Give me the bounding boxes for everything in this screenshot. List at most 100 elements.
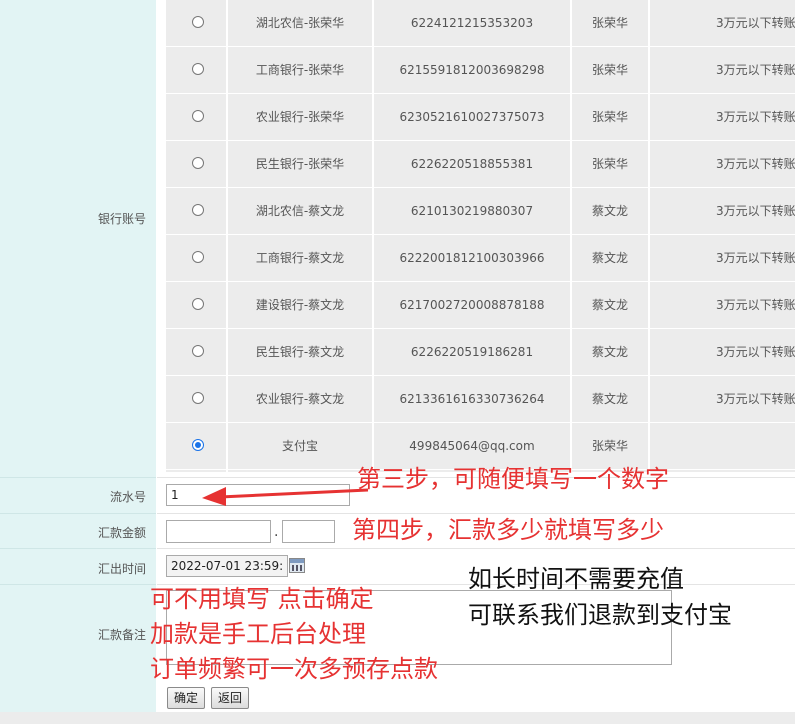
bank-holder: 张荣华 (591, 157, 628, 171)
bank-holder: 蔡文龙 (591, 298, 628, 312)
bank-limit: 3万元以下转账 (716, 157, 795, 171)
bank-name: 支付宝 (281, 439, 318, 453)
row-separator (157, 513, 795, 514)
bank-radio[interactable] (192, 345, 204, 357)
bank-name: 民生银行-张荣华 (255, 157, 345, 171)
annotation-step4: 第四步，汇款多少就填写多少 (352, 516, 664, 544)
note-label: 汇款备注 (97, 628, 146, 642)
bank-holder: 蔡文龙 (591, 204, 628, 218)
annotation-arrow-shaft (219, 488, 369, 499)
bank-radio[interactable] (192, 110, 204, 122)
bank-name: 工商银行-张荣华 (255, 63, 345, 77)
bank-holder: 蔡文龙 (591, 392, 628, 406)
bank-account-number: 6210130219880307 (410, 204, 534, 218)
bank-radio[interactable] (192, 204, 204, 216)
bank-radio-cell (166, 141, 226, 187)
bank-account-number: 6213361616330736264 (399, 392, 545, 406)
bank-holder: 张荣华 (591, 110, 628, 124)
bank-account-number: 6224121215353203 (410, 16, 534, 30)
bank-holder: 张荣华 (591, 63, 628, 77)
bank-account-label: 银行账号 (97, 212, 146, 226)
bank-radio[interactable] (192, 251, 204, 263)
annotation-right2: 可联系我们退款到支付宝 (468, 601, 732, 629)
bank-radio[interactable] (192, 157, 204, 169)
bank-radio[interactable] (192, 63, 204, 75)
bank-row[interactable]: 湖北农信-张荣华 6224121215353203 张荣华 3万元以下转账 (166, 0, 795, 47)
bank-name: 建设银行-蔡文龙 (255, 298, 345, 312)
amount-integer-input[interactable] (166, 520, 271, 543)
bank-limit: 3万元以下转账 (716, 110, 795, 124)
bank-account-number: 6226220518855381 (410, 157, 534, 171)
bank-row[interactable]: 工商银行-蔡文龙 6222001812100303966 蔡文龙 3万元以下转账 (166, 235, 795, 282)
annotation-note2: 加款是手工后台处理 (150, 620, 366, 648)
bank-row[interactable]: 民生银行-张荣华 6226220518855381 张荣华 3万元以下转账 (166, 141, 795, 188)
time-label: 汇出时间 (97, 562, 146, 576)
annotation-note3: 订单频繁可一次多预存点款 (150, 655, 438, 683)
bank-limit: 3万元以下转账 (716, 204, 795, 218)
annotation-note1: 可不用填写 点击确定 (150, 585, 374, 613)
time-input[interactable] (166, 555, 288, 577)
confirm-button[interactable]: 确定 (167, 687, 206, 709)
bank-radio-cell (166, 423, 226, 469)
amount-decimal-input[interactable] (282, 520, 335, 543)
label-column (0, 0, 156, 712)
bank-radio[interactable] (192, 439, 204, 451)
bank-account-number: 6222001812100303966 (399, 251, 545, 265)
bank-limit: 3万元以下转账 (716, 16, 795, 30)
bank-limit: 3万元以下转账 (716, 63, 795, 77)
bank-holder: 张荣华 (591, 16, 628, 30)
bank-radio-cell (166, 188, 226, 234)
serial-label: 流水号 (109, 490, 146, 504)
bank-radio-cell (166, 235, 226, 281)
annotation-arrow-head (202, 487, 226, 506)
bank-holder: 张荣华 (591, 439, 628, 453)
bank-radio[interactable] (192, 16, 204, 28)
bank-limit (650, 423, 795, 469)
bank-limit: 3万元以下转账 (716, 392, 795, 406)
bank-name: 湖北农信-张荣华 (255, 16, 345, 30)
annotation-right1: 如长时间不需要充值 (468, 565, 684, 593)
bank-radio-cell (166, 329, 226, 375)
bank-radio[interactable] (192, 392, 204, 404)
bank-radio[interactable] (192, 298, 204, 310)
calendar-icon[interactable] (289, 558, 305, 573)
bank-name: 湖北农信-蔡文龙 (255, 204, 345, 218)
annotation-step3: 第三步，可随便填写一个数字 (357, 465, 669, 493)
bank-account-number: 6215591812003698298 (399, 63, 545, 77)
bank-radio-cell (166, 376, 226, 422)
bank-holder: 蔡文龙 (591, 251, 628, 265)
back-button[interactable]: 返回 (211, 687, 250, 709)
bank-limit: 3万元以下转账 (716, 345, 795, 359)
row-separator (157, 548, 795, 549)
annotation-arrow (202, 487, 369, 506)
bank-radio-cell (166, 47, 226, 93)
bank-row[interactable]: 农业银行-蔡文龙 6213361616330736264 蔡文龙 3万元以下转账 (166, 376, 795, 423)
bank-account-number: 6226220519186281 (410, 345, 534, 359)
bank-radio-cell (166, 94, 226, 140)
label-separator (0, 477, 156, 478)
label-separator (0, 548, 156, 549)
bank-holder: 蔡文龙 (591, 345, 628, 359)
bank-row[interactable]: 支付宝 499845064@qq.com 张荣华 (166, 423, 795, 470)
bank-account-table: 湖北农信-张荣华 6224121215353203 张荣华 3万元以下转账 工商银行-张… (166, 0, 795, 472)
bank-name: 工商银行-蔡文龙 (255, 251, 345, 265)
bank-account-number: 6217002720008878188 (399, 298, 545, 312)
bank-limit: 3万元以下转账 (716, 251, 795, 265)
bank-radio-cell (166, 0, 226, 46)
bank-row[interactable]: 湖北农信-蔡文龙 6210130219880307 蔡文龙 3万元以下转账 (166, 188, 795, 235)
label-separator (0, 584, 156, 585)
bank-account-number: 6230521610027375073 (399, 110, 545, 124)
bank-row[interactable]: 农业银行-张荣华 6230521610027375073 张荣华 3万元以下转账 (166, 94, 795, 141)
bank-row[interactable]: 工商银行-张荣华 6215591812003698298 张荣华 3万元以下转账 (166, 47, 795, 94)
bank-name: 民生银行-蔡文龙 (255, 345, 345, 359)
bank-account-number: 499845064@qq.com (409, 439, 535, 453)
bank-radio-cell (166, 282, 226, 328)
bank-row[interactable]: 民生银行-蔡文龙 6226220519186281 蔡文龙 3万元以下转账 (166, 329, 795, 376)
bank-name: 农业银行-蔡文龙 (255, 392, 345, 406)
bank-limit: 3万元以下转账 (716, 298, 795, 312)
amount-label: 汇款金额 (97, 526, 146, 540)
label-separator (0, 513, 156, 514)
bank-row[interactable]: 建设银行-蔡文龙 6217002720008878188 蔡文龙 3万元以下转账 (166, 282, 795, 329)
bottom-strip (0, 712, 795, 724)
decimal-point: . (274, 524, 279, 540)
